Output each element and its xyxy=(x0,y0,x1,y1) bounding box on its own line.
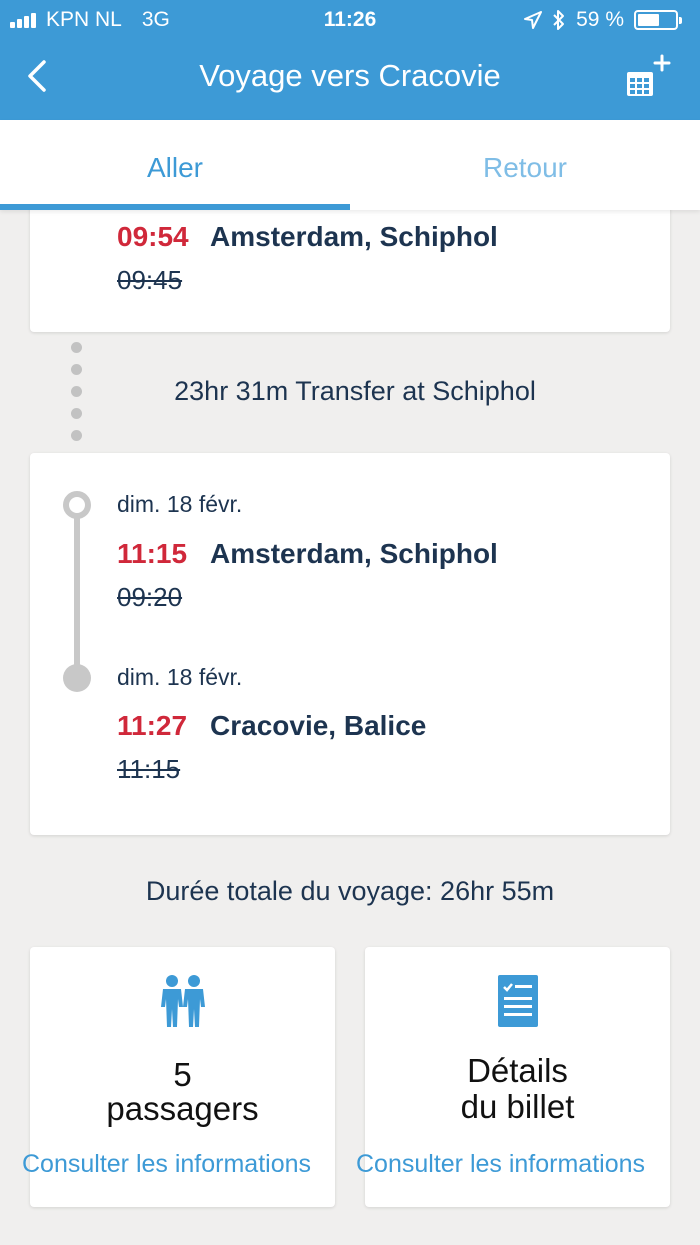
arrival-time: 09:54 xyxy=(117,221,189,252)
calendar-add-icon xyxy=(627,54,671,96)
add-to-calendar-button[interactable] xyxy=(624,52,672,102)
departure-date: dim. 18 févr. xyxy=(117,491,243,517)
passengers-info-link[interactable]: Consulter les informations xyxy=(22,1150,311,1179)
arrival-place: Amsterdam, Schiphol xyxy=(210,221,498,252)
bluetooth-icon xyxy=(553,10,565,30)
timeline-start-marker xyxy=(63,491,91,519)
passengers-icon xyxy=(160,975,205,1027)
tab-aller[interactable]: Aller xyxy=(0,120,350,210)
ticket-details-title-line2: du billet xyxy=(460,1088,575,1125)
passenger-count: 5 xyxy=(173,1056,192,1093)
timeline-line xyxy=(74,513,80,673)
timeline-end-marker xyxy=(63,664,91,692)
departure-scheduled-time: 09:20 xyxy=(117,582,183,612)
ticket-details-title-line1: Détails xyxy=(467,1052,568,1089)
arrival-scheduled-time: 11:15 xyxy=(117,754,181,784)
location-arrow-icon xyxy=(524,11,543,29)
total-duration: Durée totale du voyage: 26hr 55m xyxy=(145,876,555,906)
flight-segment-card[interactable]: dim. 18 févr. 11:15 Amsterdam, Schiphol … xyxy=(30,453,670,835)
departure-time: 11:15 xyxy=(117,538,188,569)
ticket-info-link[interactable]: Consulter les informations xyxy=(356,1150,645,1179)
battery-percent: 59 % xyxy=(576,8,624,31)
passengers-label: passagers xyxy=(106,1090,259,1127)
arrival-time: 11:27 xyxy=(117,710,188,741)
app-header: KPN NL 3G 11:26 59 % Voyage vers Cracovi… xyxy=(0,0,700,120)
arrival-date: dim. 18 févr. xyxy=(117,664,243,690)
transfer-info: 23hr 31m Transfer at Schiphol xyxy=(174,376,536,406)
active-tab-indicator xyxy=(0,204,350,210)
page-title: Voyage vers Cracovie xyxy=(199,58,501,93)
ticket-details-icon xyxy=(497,975,538,1027)
departure-place: Amsterdam, Schiphol xyxy=(210,538,498,569)
trip-tabs: Aller Retour xyxy=(0,120,700,210)
scheduled-time: 09:45 xyxy=(117,265,183,295)
battery-icon xyxy=(634,10,682,30)
arrival-place: Cracovie, Balice xyxy=(210,710,427,741)
status-bar: KPN NL 3G 11:26 59 % xyxy=(0,0,700,40)
tab-retour[interactable]: Retour xyxy=(350,120,700,210)
